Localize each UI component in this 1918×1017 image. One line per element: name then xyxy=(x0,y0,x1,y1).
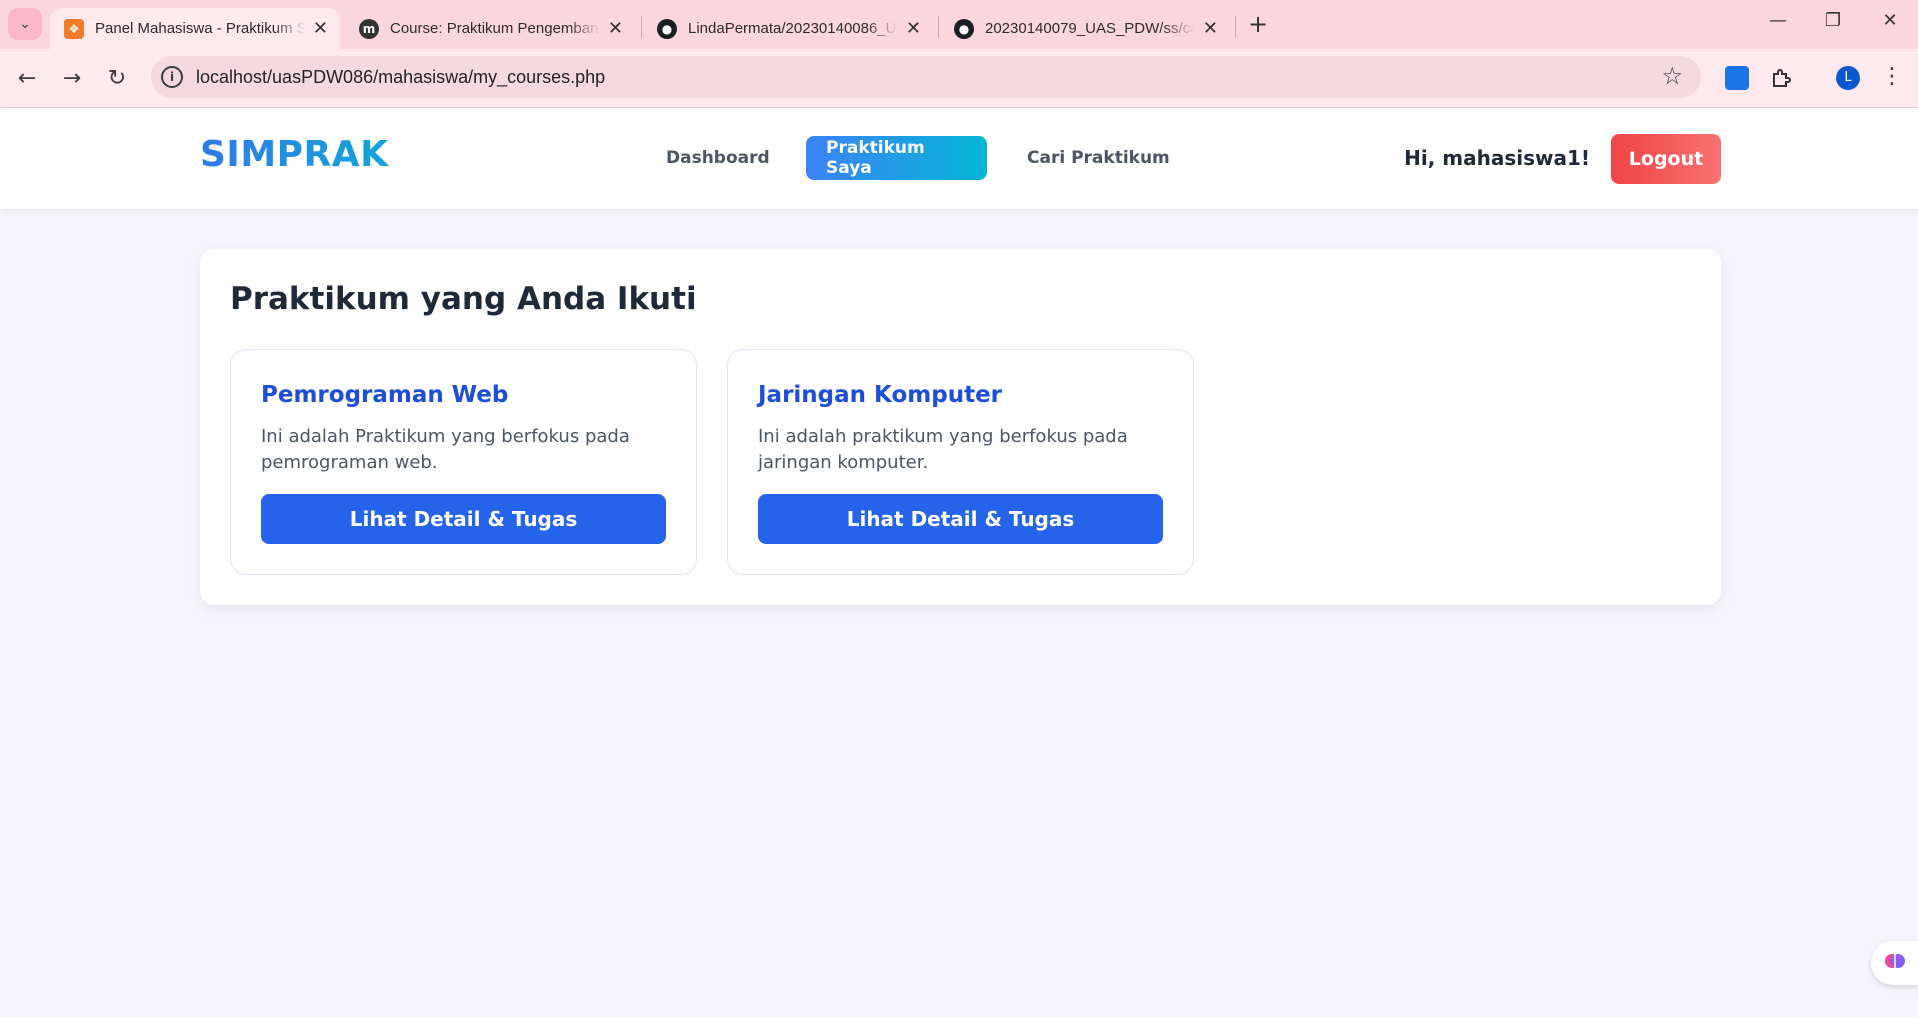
logout-button[interactable]: Logout xyxy=(1611,134,1721,184)
bookmark-star-icon[interactable]: ☆ xyxy=(1661,62,1683,90)
page-title: Praktikum yang Anda Ikuti xyxy=(230,281,697,317)
browser-toolbar: ← → ↻ i localhost/uasPDW086/mahasiswa/my… xyxy=(0,49,1918,108)
view-detail-button[interactable]: Lihat Detail & Tugas xyxy=(261,494,666,544)
view-detail-button[interactable]: Lihat Detail & Tugas xyxy=(758,494,1163,544)
close-tab-icon[interactable]: ✕ xyxy=(313,19,328,38)
browser-tab-strip: ⌄ ❖ Panel Mahasiswa - Praktikum Saya ✕ m… xyxy=(0,0,1918,49)
close-tab-icon[interactable]: ✕ xyxy=(1203,19,1218,38)
tab-divider xyxy=(938,16,939,38)
user-greeting: Hi, mahasiswa1! xyxy=(1404,146,1590,170)
moodle-favicon-icon: m xyxy=(359,18,379,39)
browser-tab-3[interactable]: ● LindaPermata/20230140086_UAS ✕ xyxy=(643,8,933,49)
tab-title: Course: Praktikum Pengembangan xyxy=(390,20,600,37)
floating-assistant-button[interactable] xyxy=(1871,941,1918,985)
menu-kebab-icon[interactable]: ⋮ xyxy=(1880,66,1904,90)
course-card: Jaringan Komputer Ini adalah praktikum y… xyxy=(727,349,1194,575)
courses-panel: Praktikum yang Anda Ikuti Pemrograman We… xyxy=(200,249,1721,605)
xampp-favicon-icon: ❖ xyxy=(64,18,84,39)
address-bar[interactable]: i localhost/uasPDW086/mahasiswa/my_cours… xyxy=(151,56,1701,98)
course-description: Ini adalah Praktikum yang berfokus pada … xyxy=(261,426,630,473)
github-favicon-icon: ● xyxy=(954,18,974,39)
reload-icon[interactable]: ↻ xyxy=(101,62,133,94)
nav-cari-praktikum[interactable]: Cari Praktikum xyxy=(1007,136,1190,180)
tab-title: Panel Mahasiswa - Praktikum Saya xyxy=(95,20,305,37)
tab-divider xyxy=(641,16,642,38)
nav-praktikum-saya[interactable]: Praktikum Saya xyxy=(806,136,987,180)
tab-title: LindaPermata/20230140086_UAS xyxy=(688,20,898,37)
course-title: Jaringan Komputer xyxy=(758,382,1003,408)
tab-title: 20230140079_UAS_PDW/ss/cari xyxy=(985,20,1195,37)
close-tab-icon[interactable]: ✕ xyxy=(608,19,623,38)
restore-icon[interactable]: ❐ xyxy=(1818,10,1848,31)
tab-search-button[interactable]: ⌄ xyxy=(8,8,42,40)
close-tab-icon[interactable]: ✕ xyxy=(906,19,921,38)
forward-arrow-icon[interactable]: → xyxy=(56,62,88,94)
new-tab-button[interactable]: + xyxy=(1245,11,1271,37)
brain-icon xyxy=(1883,949,1907,977)
tab-divider xyxy=(1235,16,1236,38)
close-window-icon[interactable]: ✕ xyxy=(1875,10,1905,31)
brand-logo[interactable]: SIMPRAK xyxy=(200,134,389,175)
site-info-icon[interactable]: i xyxy=(161,66,183,88)
browser-tab-4[interactable]: ● 20230140079_UAS_PDW/ss/cari ✕ xyxy=(940,8,1230,49)
minimize-icon[interactable]: — xyxy=(1763,10,1793,31)
back-arrow-icon[interactable]: ← xyxy=(11,62,43,94)
puzzle-extensions-icon[interactable] xyxy=(1770,66,1794,90)
chevron-down-icon: ⌄ xyxy=(19,16,31,32)
course-title: Pemrograman Web xyxy=(261,382,509,408)
url-text[interactable]: localhost/uasPDW086/mahasiswa/my_courses… xyxy=(196,67,605,88)
profile-avatar[interactable]: L xyxy=(1836,66,1860,90)
nav-dashboard[interactable]: Dashboard xyxy=(646,136,790,180)
github-favicon-icon: ● xyxy=(657,18,677,39)
course-card: Pemrograman Web Ini adalah Praktikum yan… xyxy=(230,349,697,575)
app-navbar: SIMPRAK Dashboard Praktikum Saya Cari Pr… xyxy=(0,109,1918,209)
course-description: Ini adalah praktikum yang berfokus pada … xyxy=(758,426,1128,473)
browser-tab-2[interactable]: m Course: Praktikum Pengembangan ✕ xyxy=(345,8,635,49)
browser-tab-1[interactable]: ❖ Panel Mahasiswa - Praktikum Saya ✕ xyxy=(50,8,340,49)
extension-icon[interactable] xyxy=(1725,66,1749,90)
